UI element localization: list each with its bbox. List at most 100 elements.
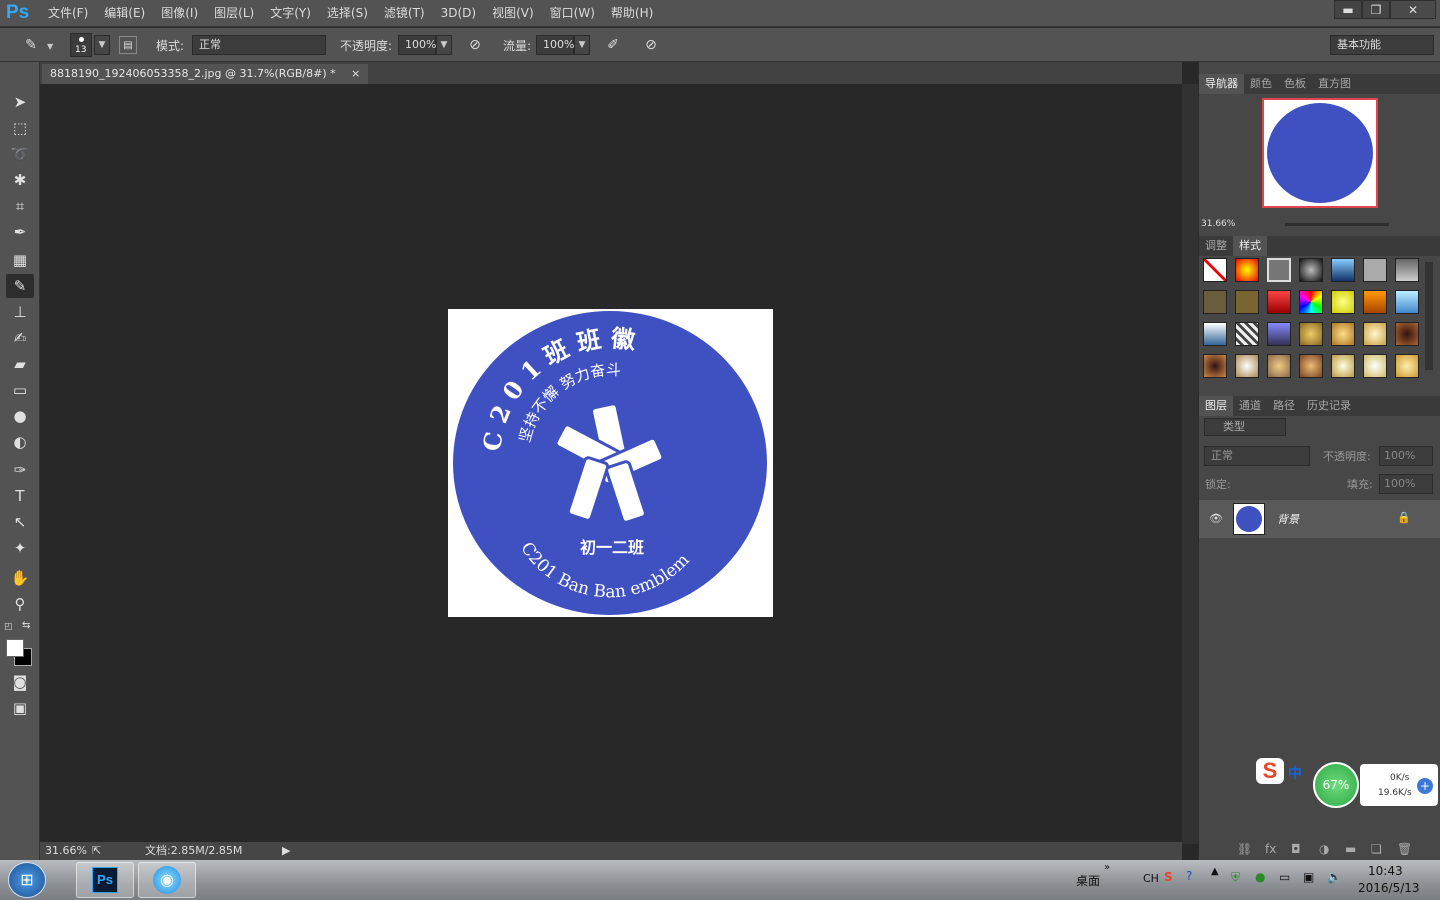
security-tray-icon[interactable]: ⛨ [1231,870,1240,885]
workspace-select[interactable]: 基本功能 [1330,35,1434,55]
navigator-zoom[interactable]: 31.66% [1201,219,1235,229]
net-speed-widget[interactable]: 0K/s 19.6K/s + [1360,764,1438,806]
style-swatch[interactable] [1267,258,1291,282]
link-layers-icon[interactable]: ⛓ [1237,842,1252,856]
styles-scrollbar[interactable] [1425,262,1433,370]
menu-window[interactable]: 窗口(W) [542,0,603,27]
tab-adjustments[interactable]: 调整 [1199,236,1233,256]
layer-opacity-input[interactable]: 100% [1379,446,1433,466]
layer-visibility-icon[interactable]: 👁 [1209,512,1223,525]
swap-colors-icon[interactable]: ⇆ [22,620,30,631]
maximize-button[interactable]: ❐ [1362,0,1390,19]
sogou-ime-icon[interactable]: S [1256,758,1284,784]
menu-view[interactable]: 视图(V) [484,0,542,27]
menu-3d[interactable]: 3D(D) [433,0,484,27]
style-swatch[interactable] [1299,322,1323,346]
mode-select[interactable]: 正常 [192,35,326,55]
fx-icon[interactable]: fx [1265,842,1276,856]
tab-styles[interactable]: 样式 [1233,236,1267,256]
export-icon[interactable]: ⇱ [92,842,101,860]
layer-filter-select[interactable]: 类型 [1204,418,1286,436]
flow-input[interactable]: 100% [536,35,574,55]
style-none-icon[interactable] [1203,258,1227,282]
screen-mode-icon[interactable]: ▣ [6,696,34,720]
style-swatch[interactable] [1395,258,1419,282]
marquee-tool-icon[interactable]: ⬚ [6,116,34,140]
style-swatch[interactable] [1203,322,1227,346]
document-tab[interactable]: 8818190_192406053358_2.jpg @ 31.7%(RGB/8… [42,64,369,84]
style-swatch[interactable] [1363,354,1387,378]
tab-paths[interactable]: 路径 [1267,396,1301,416]
clock-time[interactable]: 10:43 [1368,864,1403,878]
style-swatch[interactable] [1203,354,1227,378]
style-swatch[interactable] [1395,354,1419,378]
layer-blend-select[interactable]: 正常 [1204,446,1310,466]
gradient-tool-icon[interactable]: ▭ [6,378,34,402]
blur-tool-icon[interactable]: ● [6,404,34,428]
desktop-toolbar-label[interactable]: 桌面 [1076,872,1100,889]
magic-wand-tool-icon[interactable]: ✱ [6,168,34,192]
memory-usage-ball[interactable]: 67% [1313,762,1359,808]
foreground-color-swatch[interactable] [6,639,24,657]
style-swatch[interactable] [1299,290,1323,314]
preset-dropdown-icon[interactable]: ▼ [47,42,53,51]
tab-history[interactable]: 历史记录 [1301,396,1357,416]
pen-tool-icon[interactable]: ✑ [6,458,34,482]
opacity-input[interactable]: 100% [398,35,436,55]
menu-file[interactable]: 文件(F) [40,0,96,27]
tab-swatches[interactable]: 色板 [1278,74,1312,94]
document-image[interactable]: C 2 0 1 班 班 徽 坚持不懈 努力奋斗 C201 Ban Ban emb… [448,309,773,617]
tab-channels[interactable]: 通道 [1233,396,1267,416]
flow-dropdown[interactable]: ▼ [574,35,590,55]
tray-overflow-icon[interactable]: ▲ [1211,866,1219,877]
move-tool-icon[interactable]: ➤ [6,90,34,114]
eraser-tool-icon[interactable]: ▰ [6,352,34,376]
display-tray-icon[interactable]: ▣ [1303,870,1314,884]
taskbar-browser[interactable]: ◉ [138,862,196,898]
brush-panel-toggle-icon[interactable]: ▤ [119,36,137,54]
clone-stamp-tool-icon[interactable]: ⊥ [6,300,34,324]
status-zoom[interactable]: 31.66% [45,842,87,860]
shape-tool-icon[interactable]: ✦ [6,536,34,560]
style-swatch[interactable] [1331,354,1355,378]
status-menu-arrow-icon[interactable]: ▶ [282,842,290,860]
airbrush-icon[interactable]: ✐ [604,36,622,54]
fill-input[interactable]: 100% [1379,474,1433,494]
clock-date[interactable]: 2016/5/13 [1358,881,1420,895]
help-tray-icon[interactable]: ? [1186,869,1192,883]
new-layer-icon[interactable]: ❏ [1371,842,1382,856]
net-add-icon[interactable]: + [1417,778,1433,794]
close-button[interactable]: ✕ [1390,0,1436,19]
start-button-icon[interactable]: ⊞ [8,862,46,898]
eyedropper-tool-icon[interactable]: ✒ [6,220,34,244]
tab-color[interactable]: 颜色 [1244,74,1278,94]
style-swatch[interactable] [1395,322,1419,346]
style-swatch[interactable] [1299,354,1323,378]
healing-brush-tool-icon[interactable]: ▦ [6,248,34,272]
adjustment-layer-icon[interactable]: ◑ [1319,842,1329,856]
quick-mask-icon[interactable]: ◙ [6,670,34,694]
menu-layer[interactable]: 图层(L) [206,0,262,27]
brush-tool-icon[interactable]: ✎ [6,274,34,298]
brush-size-picker[interactable]: 13 [70,33,92,57]
volume-tray-icon[interactable]: 🔈 [1327,870,1342,884]
menu-edit[interactable]: 编辑(E) [96,0,153,27]
menu-image[interactable]: 图像(I) [153,0,206,27]
style-swatch[interactable] [1267,322,1291,346]
style-swatch[interactable] [1203,290,1227,314]
pressure-opacity-icon[interactable]: ⊘ [466,36,484,54]
lasso-tool-icon[interactable]: ➰ [6,142,34,166]
style-swatch[interactable] [1331,322,1355,346]
new-group-icon[interactable]: ▬ [1345,842,1356,856]
navigator-zoom-slider[interactable] [1285,223,1389,226]
default-colors-icon[interactable]: ◰ [4,622,13,632]
toolbar-expand-icon[interactable]: » [1104,862,1110,873]
network-tray-icon[interactable]: ▭ [1279,870,1290,884]
style-swatch[interactable] [1235,354,1259,378]
menu-type[interactable]: 文字(Y) [262,0,319,27]
style-swatch[interactable] [1395,290,1419,314]
add-mask-icon[interactable]: ◘ [1291,842,1301,856]
menu-help[interactable]: 帮助(H) [603,0,661,27]
ime-mode-indicator[interactable]: 中 [1288,763,1302,783]
brush-preset-icon[interactable]: ✎ [22,36,40,54]
